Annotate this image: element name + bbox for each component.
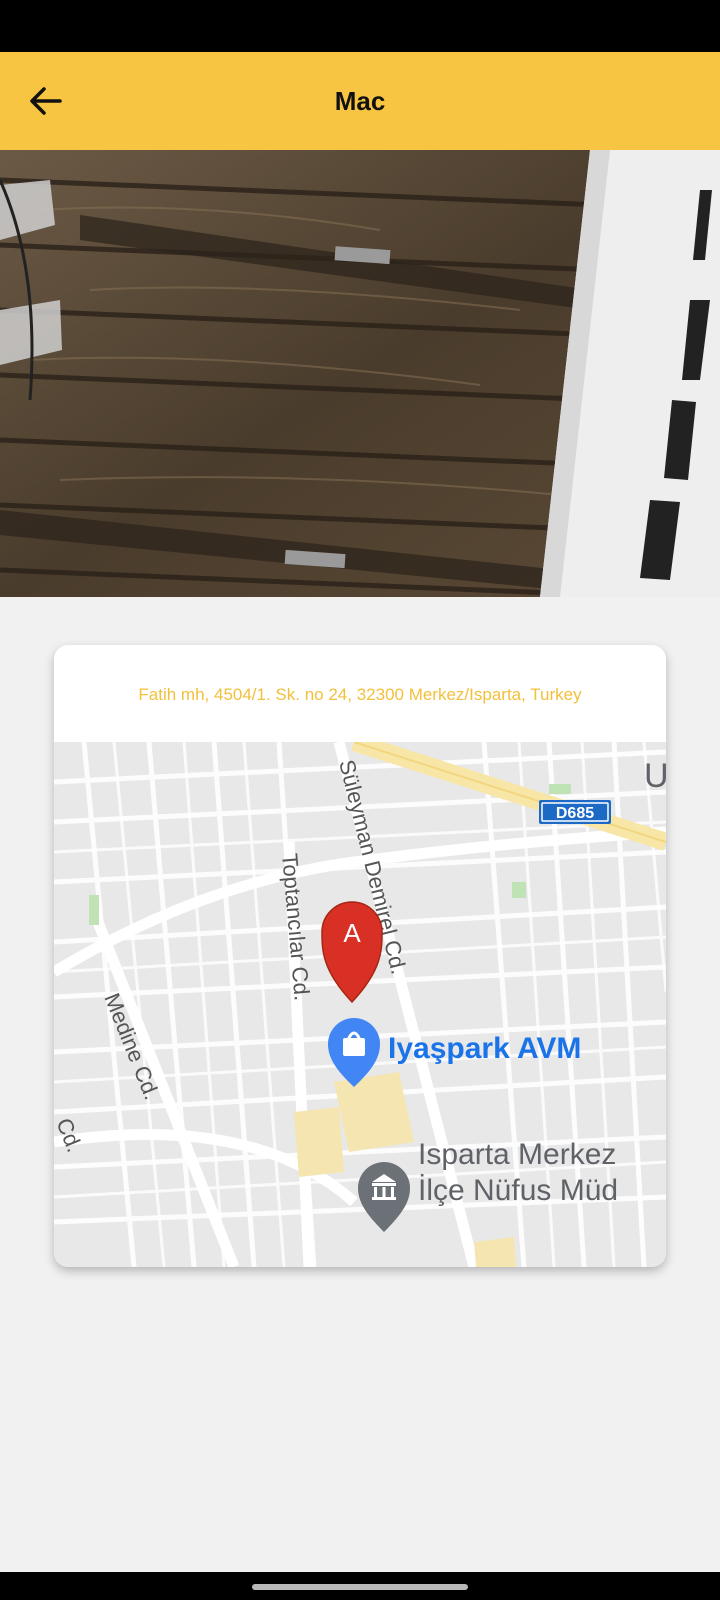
edge-label: U <box>644 757 666 795</box>
status-bar <box>0 0 720 52</box>
page-title: Mac <box>334 86 386 116</box>
place-label-nufus-line2: İlçe Nüfus Müd <box>418 1174 618 1207</box>
road-badge: D685 <box>556 805 594 822</box>
place-label-nufus-line1: Isparta Merkez <box>418 1138 616 1171</box>
home-indicator[interactable] <box>252 1584 468 1590</box>
place-photo <box>0 150 720 597</box>
place-label-iyaspark: Iyaşpark AVM <box>388 1032 581 1065</box>
app-bar: Mac <box>0 52 720 150</box>
address-text: Fatih mh, 4504/1. Sk. no 24, 32300 Merke… <box>138 685 582 704</box>
location-card: Fatih mh, 4504/1. Sk. no 24, 32300 Merke… <box>54 645 666 1267</box>
marker-label: A <box>343 918 361 948</box>
location-map[interactable]: D685 U Süleyman Demirel Cd. Toptancılar … <box>54 733 666 1267</box>
